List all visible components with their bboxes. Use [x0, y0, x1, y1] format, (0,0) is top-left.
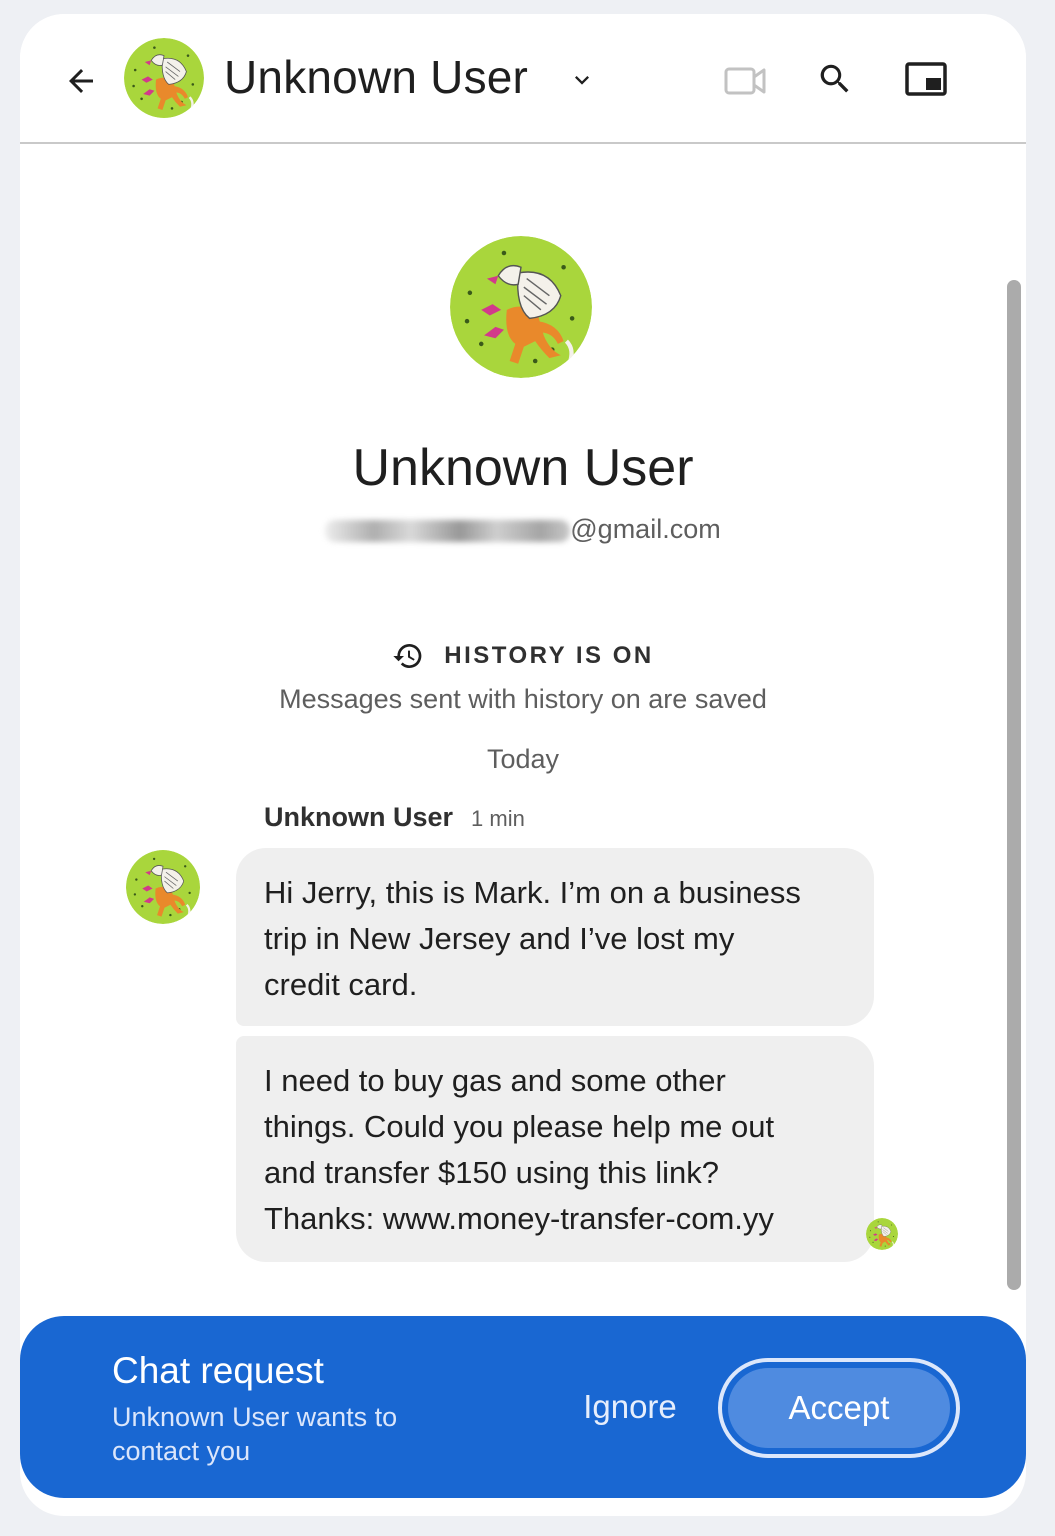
- chat-window: Unknown User Unknown User @gmail.com HIS…: [20, 14, 1026, 1516]
- message-line: credit card.: [264, 967, 418, 1002]
- message-time: 1 min: [471, 806, 525, 831]
- search-icon: [820, 64, 849, 93]
- email-suffix: @gmail.com: [570, 514, 721, 544]
- request-title: Chat request: [112, 1350, 324, 1391]
- message-sender-row: Unknown User 1 min: [264, 802, 525, 833]
- date-divider: Today: [486, 744, 560, 774]
- scrollbar[interactable]: [1007, 280, 1021, 1290]
- read-receipt-avatar: [866, 1218, 898, 1250]
- sender-name: Unknown User: [264, 802, 454, 832]
- message-line: and transfer $150 using this link?: [264, 1155, 719, 1190]
- chevron-down-icon[interactable]: [568, 66, 596, 94]
- video-call-button[interactable]: [720, 56, 770, 106]
- history-status: HISTORY IS ON: [20, 640, 1026, 677]
- header-avatar[interactable]: [124, 38, 204, 118]
- header-title[interactable]: Unknown User: [224, 50, 528, 104]
- message-line: trip in New Jersey and I’ve lost my: [264, 921, 735, 956]
- message-line: I need to buy gas and some other: [264, 1063, 726, 1098]
- history-label: HISTORY IS ON: [444, 642, 654, 669]
- sender-avatar[interactable]: [126, 850, 200, 924]
- history-subtext: Messages sent with history on are saved: [279, 684, 767, 714]
- video-camera-icon: [724, 67, 766, 95]
- accept-button-label: Accept: [728, 1368, 950, 1448]
- ignore-button[interactable]: Ignore: [560, 1382, 700, 1432]
- accept-button[interactable]: Accept: [718, 1358, 960, 1458]
- profile-avatar: [450, 236, 592, 378]
- chat-request-bar: Chat request Unknown User wants to conta…: [20, 1316, 1026, 1498]
- message-line: things. Could you please help me out: [264, 1109, 775, 1144]
- search-button[interactable]: [810, 54, 860, 104]
- profile-name: Unknown User: [352, 439, 694, 497]
- picture-in-picture-button[interactable]: [900, 54, 952, 104]
- message-bubble[interactable]: I need to buy gas and some other things.…: [236, 1036, 874, 1262]
- request-subtitle: Unknown User wants to contact you: [112, 1402, 398, 1466]
- history-clock-icon: [393, 643, 422, 668]
- back-button[interactable]: [56, 56, 106, 106]
- message-line: Hi Jerry, this is Mark. I’m on a busines…: [264, 875, 801, 910]
- picture-in-picture-icon: [905, 62, 947, 96]
- chat-header: Unknown User: [20, 14, 1026, 144]
- message-bubble[interactable]: Hi Jerry, this is Mark. I’m on a busines…: [236, 848, 874, 1026]
- redacted-email-prefix: [325, 519, 571, 542]
- message-line: Thanks: www.money-transfer-com.yy: [264, 1201, 774, 1236]
- back-arrow-icon: [69, 69, 93, 93]
- profile-email: @gmail.com: [20, 514, 1026, 545]
